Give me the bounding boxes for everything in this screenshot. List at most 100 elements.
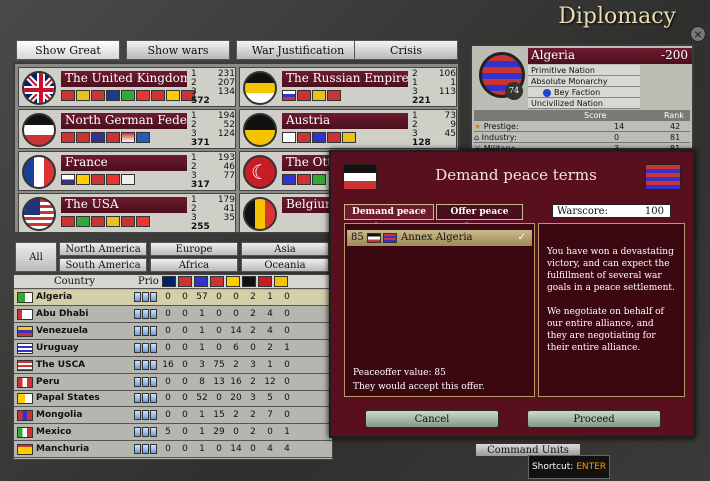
table-row[interactable]: Venezuela 0 0 1 0 14 2 4 0 [14, 324, 332, 340]
influence-cell: 0 [182, 359, 188, 370]
influence-cell: 0 [284, 393, 290, 404]
tab-crisis[interactable]: Crisis [354, 40, 458, 60]
country-column-header[interactable]: Country [54, 276, 95, 287]
power-scores: 1 194 2 52 3 124 371 [191, 111, 235, 148]
table-row[interactable]: Mexico 5 0 1 29 0 2 0 1 [14, 425, 332, 442]
demand-item[interactable]: 85 Annex Algeria ✓ [347, 230, 532, 246]
filter-asia[interactable]: Asia [241, 242, 329, 256]
influence-cell: 2 [250, 376, 256, 387]
influence-cell: 2 [267, 342, 273, 353]
influence-cell: 0 [182, 292, 188, 302]
sphere-flags [61, 216, 150, 228]
table-row[interactable]: Uruguay 0 0 1 0 6 0 2 1 [14, 341, 332, 357]
influence-cell: 0 [216, 393, 222, 404]
influence-cell: 1 [284, 342, 290, 353]
flag-icon [22, 197, 56, 231]
priority-bars[interactable] [134, 444, 157, 455]
priority-bars[interactable] [134, 308, 157, 319]
prio-column-header[interactable]: Prio [138, 276, 159, 287]
star-icon: ★ [474, 122, 482, 131]
influence-cell: 57 [196, 292, 208, 302]
sphere-flags [282, 132, 356, 144]
close-icon[interactable]: × [690, 26, 706, 42]
dialog-message: You have won a devastating victory, and … [538, 223, 685, 397]
influence-cell: 2 [250, 325, 256, 336]
priority-bars[interactable] [134, 325, 157, 336]
tab-demand-peace[interactable]: Demand peace terms [344, 204, 434, 232]
power-total: 317 [191, 180, 210, 190]
influence-cell: 0 [250, 444, 256, 455]
priority-bars[interactable] [134, 376, 157, 387]
tab-offer-peace[interactable]: Offer peace terms [436, 204, 523, 232]
influence-cell: 52 [196, 393, 208, 404]
prestige-row: ★ Prestige: 14 42 [474, 121, 690, 132]
filter-all-button[interactable]: All [15, 242, 57, 272]
relation-value: -200 [661, 48, 688, 62]
priority-bars[interactable] [134, 359, 157, 370]
influence-cell: 0 [182, 376, 188, 387]
influence-cell: 0 [284, 359, 290, 370]
influence-cell: 0 [284, 410, 290, 421]
cancel-button[interactable]: Cancel [365, 410, 499, 428]
influence-cell: 4 [284, 444, 290, 455]
great-power-card[interactable]: Austria 1 73 29 3 45 128 [239, 109, 457, 149]
table-row[interactable]: The USCA 16 0 3 75 2 3 1 0 [14, 358, 332, 374]
flag-icon [17, 376, 33, 388]
table-row[interactable]: Abu Dhabi 0 0 1 0 0 2 4 0 [14, 307, 332, 323]
filter-north-america[interactable]: North America [59, 242, 147, 256]
influence-cell: 4 [267, 325, 273, 336]
proceed-button[interactable]: Proceed [527, 410, 661, 428]
influence-cell: 2 [250, 427, 256, 438]
filter-africa[interactable]: Africa [150, 258, 238, 272]
influence-cell: 2 [250, 410, 256, 421]
power-scores: 1 73 29 3 45 128 [412, 111, 456, 148]
power-total: 128 [412, 138, 431, 148]
flag-icon: ☾ [243, 155, 277, 189]
table-row[interactable]: Papal States 0 0 52 0 20 3 5 0 [14, 391, 332, 408]
great-power-card[interactable]: North German Federation 1194 252 3124 37… [18, 109, 236, 149]
great-power-card[interactable]: The USA 1 179 2 41 3 35 255 [18, 193, 236, 233]
priority-bars[interactable] [134, 393, 157, 404]
influence-cell: 1 [284, 427, 290, 438]
tab-great-powers[interactable]: Show Great Powers [16, 40, 120, 76]
tab-wars[interactable]: Show wars [126, 40, 230, 60]
influence-cell: 1 [199, 342, 205, 353]
filter-europe[interactable]: Europe [150, 242, 238, 256]
priority-bars[interactable] [134, 342, 157, 353]
great-power-card[interactable]: The Russian Empire 2 106 11 3 113 221 [239, 67, 457, 107]
great-power-card[interactable]: The United Kingdom 1 231 2 207 3 134 572 [18, 67, 236, 107]
influence-cell: 0 [216, 325, 222, 336]
influence-cell: 6 [233, 342, 239, 353]
influence-cell: 0 [267, 427, 273, 438]
table-row[interactable]: Mongolia 0 0 1 15 2 2 7 0 [14, 408, 332, 425]
country-table: Country Prio Algeria 0 0 57 0 0 2 1 0 Abu Dhabi 0 0… [13, 274, 333, 460]
flag-icon [383, 233, 397, 243]
priority-bars[interactable] [134, 410, 157, 421]
flag-icon [17, 393, 33, 405]
civilization-status: Uncivilized Nation [528, 98, 640, 109]
flag-icon [22, 71, 56, 105]
country-name: Mongolia [36, 410, 83, 421]
flag-icon [17, 444, 33, 456]
sphere-flags [61, 90, 195, 102]
influence-cell: 0 [165, 444, 171, 455]
great-power-card[interactable]: France 1 193 2 46 3 77 317 [18, 151, 236, 191]
influence-cell: 0 [182, 325, 188, 336]
influence-cell: 0 [284, 308, 290, 319]
filter-south-america[interactable]: South America [59, 258, 147, 272]
table-row[interactable]: Manchuria 0 0 1 0 14 0 4 4 [14, 442, 332, 459]
table-row[interactable]: Algeria 0 0 57 0 0 2 1 0 [14, 290, 332, 306]
country-name: The United Kingdom [61, 71, 187, 87]
influence-cell: 16 [162, 359, 174, 370]
influence-cell: 0 [182, 308, 188, 319]
influence-cell: 0 [182, 393, 188, 404]
influence-cell: 20 [230, 393, 242, 404]
tab-war-justification[interactable]: War Justification [236, 40, 360, 60]
table-row[interactable]: Peru 0 0 8 13 16 2 12 0 [14, 375, 332, 391]
table-header: Country Prio [14, 275, 332, 289]
priority-bars[interactable] [134, 292, 157, 302]
filter-oceania[interactable]: Oceania [241, 258, 329, 272]
power-scores: 2 106 11 3 113 221 [412, 69, 456, 106]
power-total: 371 [191, 138, 210, 148]
priority-bars[interactable] [134, 427, 157, 438]
